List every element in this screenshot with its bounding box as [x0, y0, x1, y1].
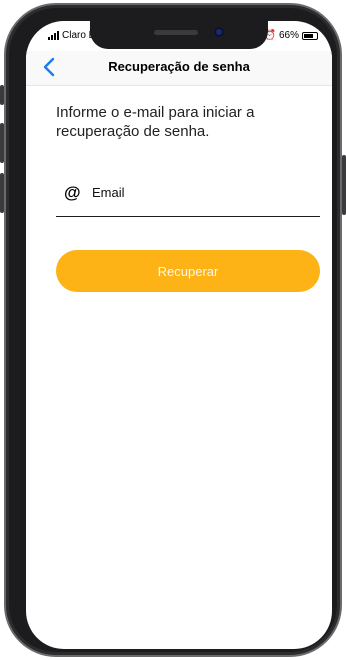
notch [90, 21, 268, 49]
page-title: Recuperação de senha [108, 59, 250, 74]
battery-icon [302, 31, 318, 40]
signal-icon [48, 31, 59, 40]
mute-switch [0, 85, 4, 105]
battery-percent: 66% [278, 30, 299, 41]
email-input[interactable] [92, 185, 302, 200]
volume-down-button [0, 173, 4, 213]
screen: Claro BR ⏰ 66% Recuperação de senha Info… [26, 21, 332, 649]
at-icon: @ [64, 182, 81, 202]
phone-frame: Claro BR ⏰ 66% Recuperação de senha Info… [0, 3, 346, 657]
power-button [342, 155, 346, 215]
volume-up-button [0, 123, 4, 163]
email-field[interactable]: @ [56, 177, 320, 217]
instruction-text: Informe o e-mail para iniciar a recupera… [56, 104, 255, 140]
status-right: ⏰ 66% [264, 30, 318, 41]
speaker-grille [154, 30, 198, 35]
front-camera [214, 27, 224, 37]
recover-button[interactable]: Recuperar [56, 250, 320, 292]
navigation-bar: Recuperação de senha [26, 51, 332, 86]
